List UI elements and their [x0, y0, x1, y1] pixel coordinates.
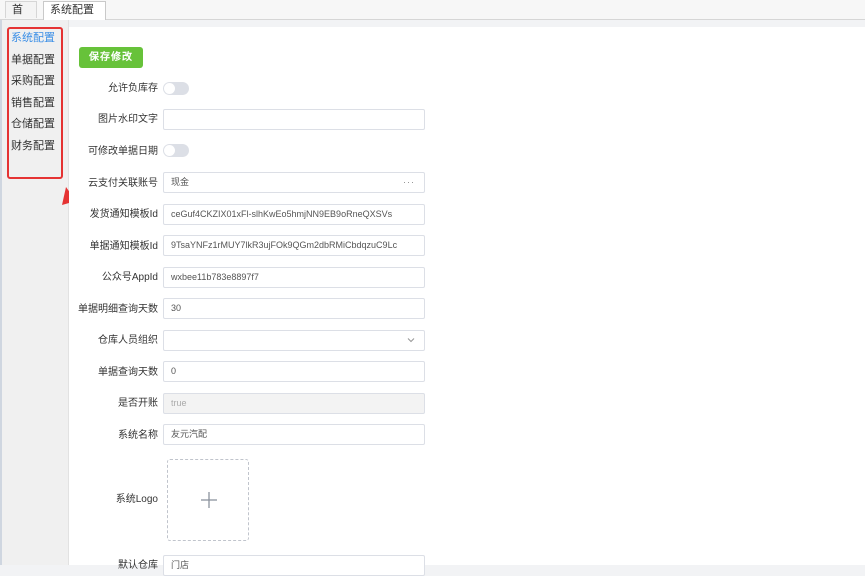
system-name-input[interactable]: 友元汽配 [163, 424, 425, 445]
tab-bar: 首页 系统配置× [0, 0, 865, 33]
allow-negative-stock-toggle[interactable] [163, 82, 189, 95]
system-name-label: 系统名称 [118, 430, 158, 441]
cloud-pay-account-input[interactable]: 现金 ··· [163, 172, 425, 193]
watermark-text-label: 图片水印文字 [98, 114, 158, 125]
editable-doc-date-label: 可修改单据日期 [88, 146, 158, 157]
doc-query-days-input[interactable]: 0 [163, 361, 425, 382]
tab-home[interactable]: 首页 [5, 1, 37, 33]
official-appid-label: 公众号AppId [101, 272, 158, 283]
official-appid-input[interactable]: wxbee11b783e8897f7 [163, 267, 425, 288]
cloud-pay-account-value: 现金 [171, 177, 190, 187]
save-button[interactable]: 保存修改 [79, 47, 143, 68]
ship-template-id-input[interactable]: ceGuf4CKZIX01xFl-slhKwEo5hmjNN9EB9oRneQX… [163, 204, 425, 225]
annotation-highlight-box [7, 27, 63, 179]
logo-uploader[interactable] [167, 459, 249, 541]
tab-system-config-label: 系统配置 [50, 4, 94, 16]
watermark-text-input[interactable] [163, 109, 425, 130]
warehouse-org-label: 仓库人员组织 [98, 335, 158, 346]
allow-negative-stock-label: 允许负库存 [108, 83, 158, 94]
is-open-account-input: true [163, 393, 425, 414]
partial-field-input[interactable]: 门店 [163, 555, 425, 576]
doc-query-days-label: 单据查询天数 [98, 367, 158, 378]
doc-template-id-label: 单据通知模板Id [89, 241, 158, 252]
is-open-account-label: 是否开账 [118, 398, 158, 409]
tab-system-config[interactable]: 系统配置× [43, 1, 106, 33]
detail-query-days-input[interactable]: 30 [163, 298, 425, 319]
sidebar-edge [0, 20, 2, 565]
chevron-down-icon [407, 338, 415, 343]
system-logo-label: 系统Logo [115, 494, 158, 505]
cloud-pay-account-label: 云支付关联账号 [88, 178, 158, 189]
more-icon[interactable]: ··· [403, 173, 415, 192]
partial-field-label: 默认仓库 [118, 560, 158, 571]
doc-template-id-input[interactable]: 9TsaYNFz1rMUY7lkR3ujFOk9QGm2dbRMiCbdqzuC… [163, 235, 425, 256]
warehouse-org-select[interactable] [163, 330, 425, 351]
plus-icon [201, 492, 217, 508]
editable-doc-date-toggle[interactable] [163, 144, 189, 157]
settings-panel: 保存修改 允许负库存 图片水印文字 可修改单据日期 云支付关联账号 现金 ···… [69, 27, 865, 576]
ship-template-id-label: 发货通知模板Id [89, 209, 158, 220]
toggle-knob [164, 83, 175, 94]
toggle-knob [164, 145, 175, 156]
detail-query-days-label: 单据明细查询天数 [78, 304, 158, 315]
